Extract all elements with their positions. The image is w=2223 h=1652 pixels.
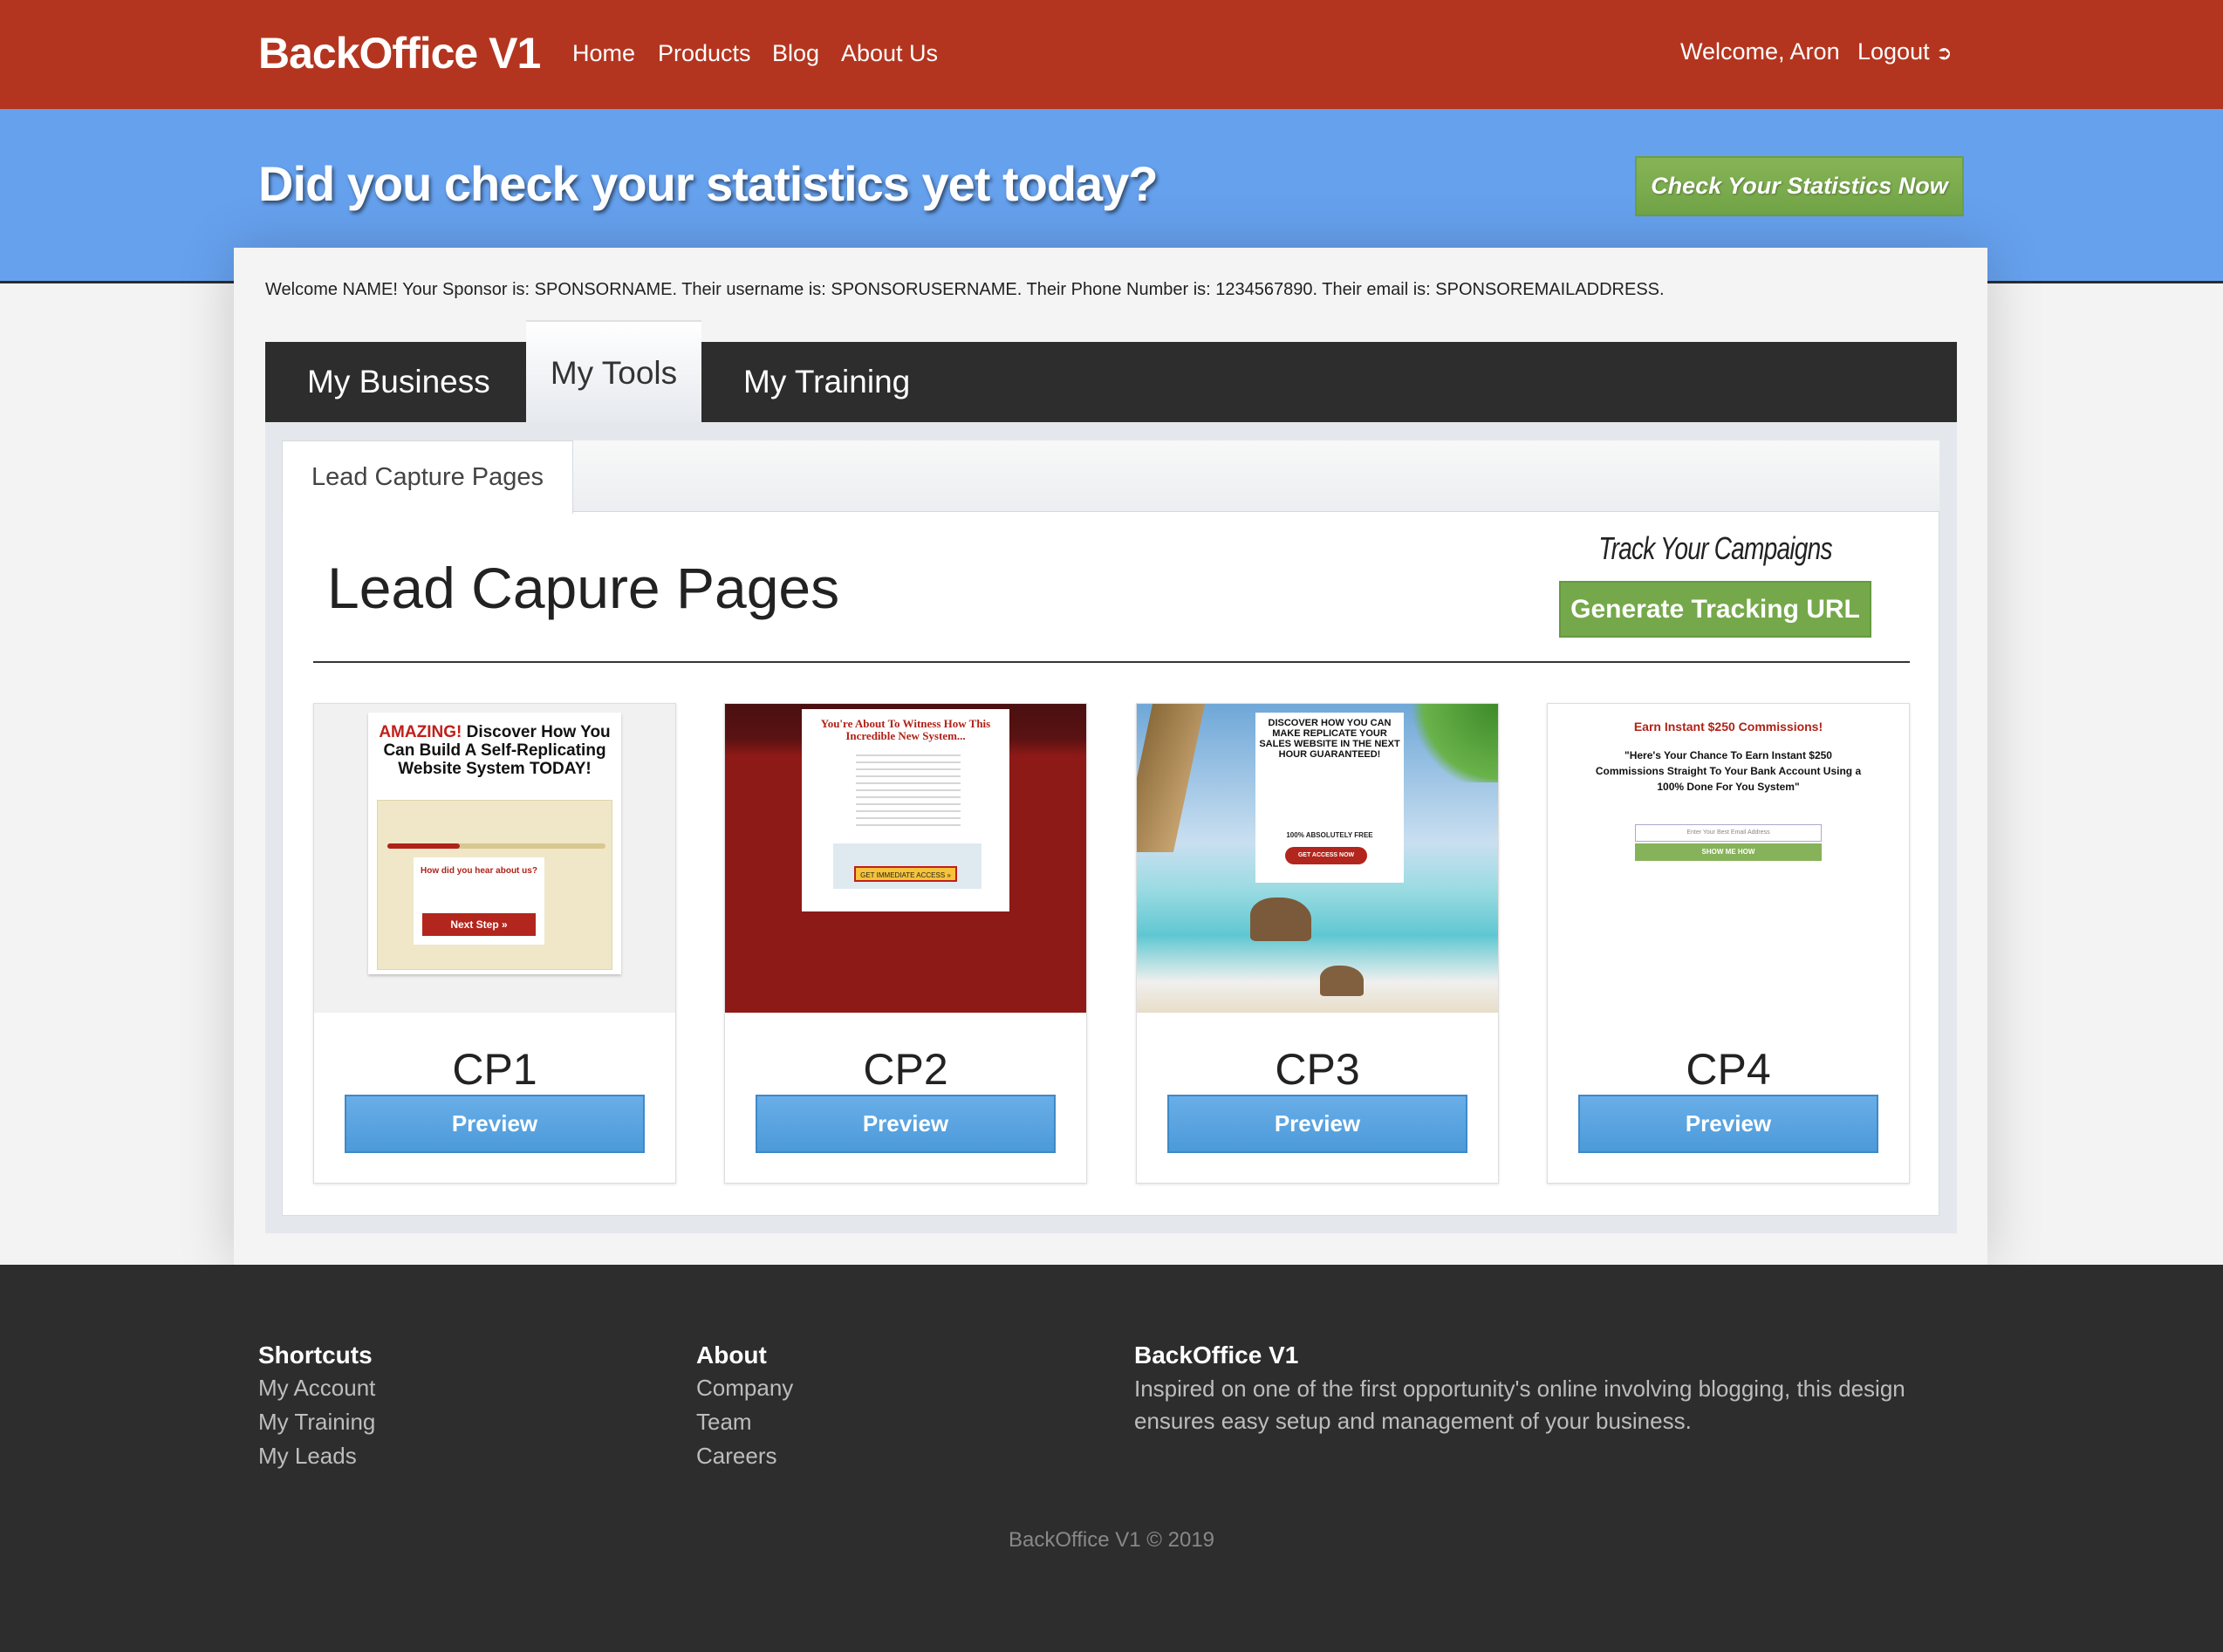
card-cp2: You're About To Witness How This Incredi… xyxy=(724,703,1087,1184)
footer-link-company[interactable]: Company xyxy=(696,1375,793,1402)
card-cp3: DISCOVER HOW YOU CAN MAKE REPLICATE YOUR… xyxy=(1136,703,1499,1184)
cp1-highlight: AMAZING! xyxy=(379,723,462,741)
cp1-question: How did you hear about us? xyxy=(421,866,537,876)
card-title: CP2 xyxy=(863,1045,948,1094)
logout-link[interactable]: Logout ➲ xyxy=(1857,38,1953,65)
divider xyxy=(313,661,1910,663)
brand-logo[interactable]: BackOffice V1 xyxy=(258,28,541,79)
tab-my-tools[interactable]: My Tools xyxy=(526,320,701,422)
cp2-thumbnail[interactable]: You're About To Witness How This Incredi… xyxy=(725,704,1086,1013)
cp4-thumbnail[interactable]: Earn Instant $250 Commissions! "Here's Y… xyxy=(1548,704,1909,1013)
copyright: BackOffice V1 © 2019 xyxy=(1008,1528,1215,1552)
tab-my-training[interactable]: My Training xyxy=(743,342,910,422)
cp4-headline: Earn Instant $250 Commissions! xyxy=(1633,720,1823,734)
logout-label: Logout xyxy=(1857,38,1930,65)
preview-cp1-button[interactable]: Preview xyxy=(345,1095,645,1153)
footer-heading-shortcuts: Shortcuts xyxy=(258,1341,373,1369)
cp3-headline: DISCOVER HOW YOU CAN MAKE REPLICATE YOUR… xyxy=(1259,718,1400,760)
preview-cp3-button[interactable]: Preview xyxy=(1167,1095,1467,1153)
nav-products[interactable]: Products xyxy=(658,40,751,67)
cp2-cta: GET IMMEDIATE ACCESS » xyxy=(854,866,957,882)
footer-link-my-leads[interactable]: My Leads xyxy=(258,1443,357,1470)
nav-about-us[interactable]: About Us xyxy=(841,40,938,67)
footer-description: Inspired on one of the first opportunity… xyxy=(1134,1376,1905,1434)
card-cp4: Earn Instant $250 Commissions! "Here's Y… xyxy=(1547,703,1910,1184)
preview-cp4-button[interactable]: Preview xyxy=(1578,1095,1878,1153)
subtab-lead-capture-pages[interactable]: Lead Capture Pages xyxy=(282,440,573,514)
cp3-cta: GET ACCESS NOW xyxy=(1285,847,1367,864)
cp1-thumbnail[interactable]: AMAZING! Discover How You Can Build A Se… xyxy=(314,704,675,1013)
footer-link-my-account[interactable]: My Account xyxy=(258,1375,375,1402)
footer-heading-brand: BackOffice V1 xyxy=(1134,1341,1299,1369)
card-title: CP4 xyxy=(1686,1045,1771,1094)
cp4-subheadline: "Here's Your Chance To Earn Instant $250… xyxy=(1595,749,1862,793)
nav-home[interactable]: Home xyxy=(572,40,635,67)
card-title: CP1 xyxy=(452,1045,537,1094)
preview-cp2-button[interactable]: Preview xyxy=(756,1095,1056,1153)
main-tabs xyxy=(265,342,1957,422)
card-title: CP3 xyxy=(1275,1045,1360,1094)
check-statistics-button[interactable]: Check Your Statistics Now xyxy=(1635,156,1964,216)
footer-link-my-training[interactable]: My Training xyxy=(258,1409,375,1436)
welcome-user: Welcome, Aron xyxy=(1680,38,1840,65)
footer-link-team[interactable]: Team xyxy=(696,1409,752,1436)
nav-blog[interactable]: Blog xyxy=(772,40,819,67)
cp3-free: 100% ABSOLUTELY FREE xyxy=(1286,831,1373,839)
section-title: Lead Capure Pages xyxy=(327,556,840,620)
hero-headline: Did you check your statistics yet today? xyxy=(258,156,1159,211)
sign-out-icon: ➲ xyxy=(1936,42,1953,64)
sponsor-info: Welcome NAME! Your Sponsor is: SPONSORNA… xyxy=(265,280,1665,299)
cp4-cta: SHOW ME HOW xyxy=(1635,843,1822,861)
track-campaigns-label: Track Your Campaigns xyxy=(1598,530,1832,566)
cp4-email-input: Enter Your Best Email Address xyxy=(1635,824,1822,842)
generate-tracking-url-button[interactable]: Generate Tracking URL xyxy=(1559,581,1871,638)
footer-link-careers[interactable]: Careers xyxy=(696,1443,776,1470)
cp2-headline: You're About To Witness How This Incredi… xyxy=(820,717,991,742)
cp3-thumbnail[interactable]: DISCOVER HOW YOU CAN MAKE REPLICATE YOUR… xyxy=(1137,704,1498,1013)
cp1-cta: Next Step » xyxy=(422,913,536,936)
tab-my-business[interactable]: My Business xyxy=(307,342,490,422)
card-cp1: AMAZING! Discover How You Can Build A Se… xyxy=(313,703,676,1184)
footer-heading-about: About xyxy=(696,1341,767,1369)
